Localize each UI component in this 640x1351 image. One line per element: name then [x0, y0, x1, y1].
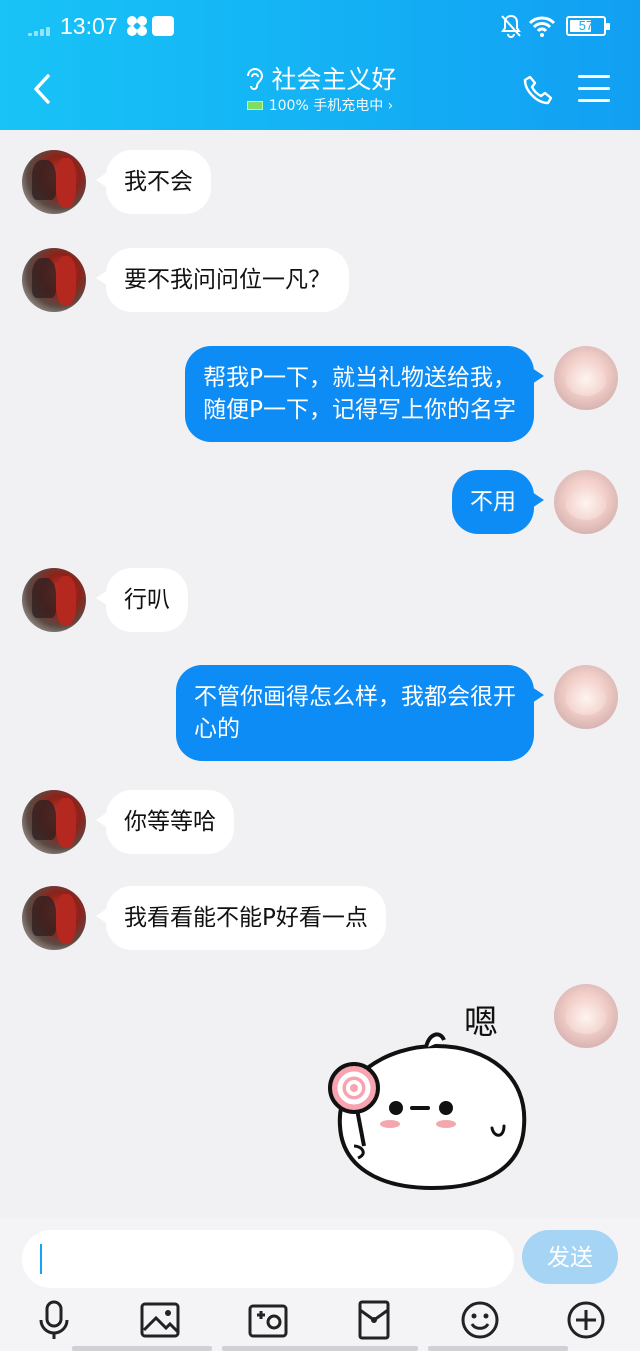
status-bar: 13:07 57: [0, 10, 640, 44]
composer-toolbar: [0, 1298, 640, 1344]
message-bubble[interactable]: 帮我P一下，就当礼物送给我， 随便P一下，记得写上你的名字: [185, 346, 544, 442]
message-bubble[interactable]: 不管你画得怎么样，我都会很开 心的: [176, 665, 544, 761]
red-envelope-icon[interactable]: [352, 1298, 396, 1342]
contact-avatar[interactable]: [22, 568, 86, 632]
wifi-icon: [528, 16, 556, 37]
dumpling-lollipop-sticker[interactable]: 嗯: [328, 996, 538, 1196]
message-bubble[interactable]: 要不我问问位一凡？: [96, 248, 349, 312]
my-avatar[interactable]: [554, 346, 618, 410]
contact-avatar[interactable]: [22, 886, 86, 950]
send-button[interactable]: 发送: [522, 1230, 618, 1284]
message-bubble[interactable]: 不用: [452, 470, 544, 534]
signal-icon: [28, 26, 54, 36]
camera-icon[interactable]: [246, 1298, 290, 1342]
message-list[interactable]: 我不会 要不我问问位一凡？ 帮我P一下，就当礼物送给我， 随便P一下，记得写上你…: [0, 130, 640, 1218]
battery-level: 57: [578, 18, 594, 33]
ear-icon: [247, 68, 264, 90]
microphone-icon[interactable]: [32, 1298, 76, 1342]
my-avatar[interactable]: [554, 984, 618, 1048]
menu-icon[interactable]: [578, 75, 610, 103]
text-caret: [40, 1244, 42, 1274]
my-avatar[interactable]: [554, 665, 618, 729]
composer: 发送: [0, 1218, 640, 1351]
sticker-caption: 嗯: [464, 1003, 498, 1043]
phone-icon[interactable]: [522, 74, 554, 106]
pinwheel-icon: [127, 16, 147, 36]
gesture-bar: [72, 1346, 212, 1351]
message-input[interactable]: [22, 1230, 514, 1288]
plus-icon[interactable]: [564, 1298, 608, 1342]
message-bubble[interactable]: 行叭: [96, 568, 188, 632]
device-status-text: 100% 手机充电中 ›: [268, 98, 394, 114]
contact-name: 社会主义好: [271, 65, 397, 94]
my-avatar[interactable]: [554, 470, 618, 534]
gesture-bar: [428, 1346, 568, 1351]
message-bubble[interactable]: 我不会: [96, 150, 211, 214]
message-bubble[interactable]: 我看看能不能P好看一点: [96, 886, 386, 950]
image-icon[interactable]: [138, 1298, 182, 1342]
message-bubble[interactable]: 你等等哈: [96, 790, 234, 854]
battery-icon: 57: [566, 16, 610, 36]
mute-bell-icon: [501, 14, 521, 38]
charging-battery-icon: [246, 101, 263, 110]
contact-avatar[interactable]: [22, 248, 86, 312]
contact-avatar[interactable]: [22, 150, 86, 214]
status-time: 13:07: [60, 13, 118, 39]
emoji-icon[interactable]: [458, 1298, 502, 1342]
chat-header: 13:07 57 社会主义好 100% 手机充电中 ›: [0, 0, 640, 130]
app-notification-icon: [152, 16, 174, 36]
gesture-bar: [222, 1346, 418, 1351]
contact-avatar[interactable]: [22, 790, 86, 854]
